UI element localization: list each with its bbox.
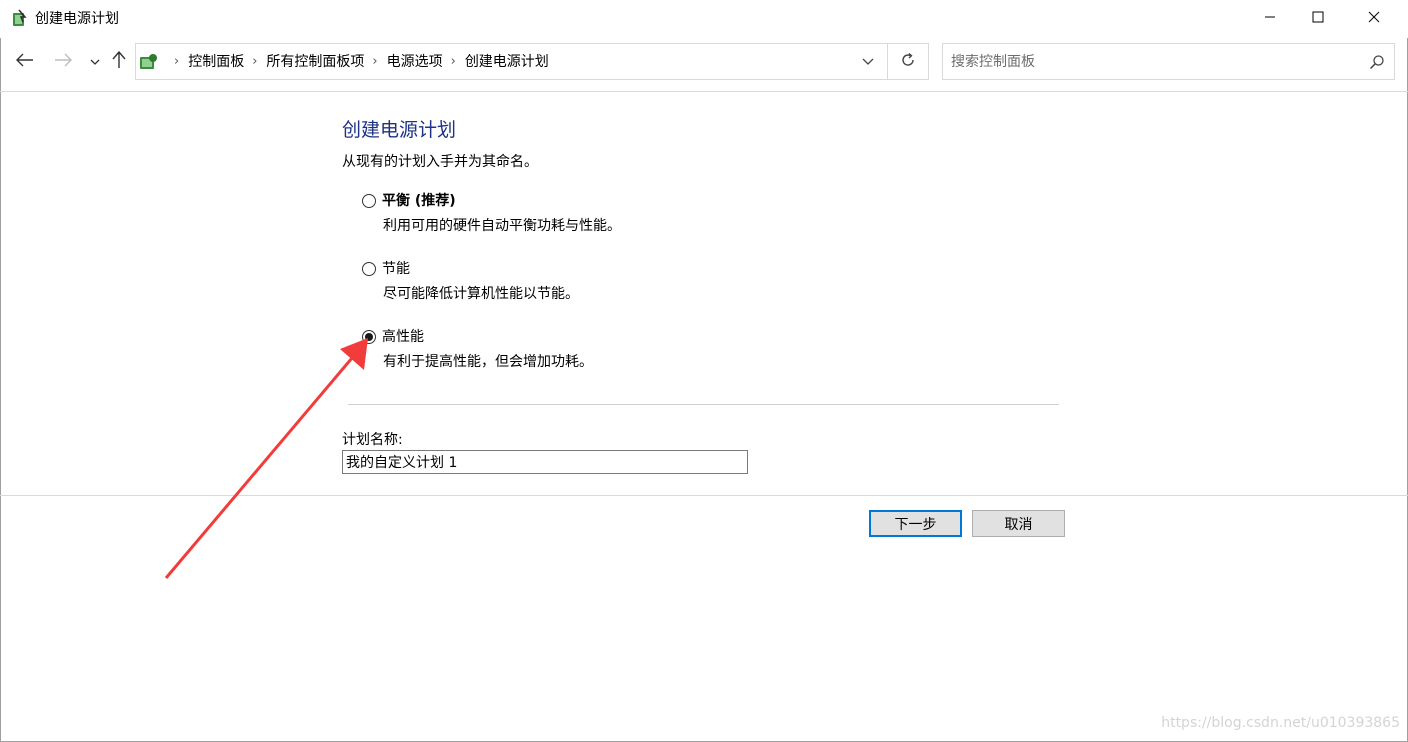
radio-high-performance[interactable] (362, 330, 376, 344)
footer-divider (0, 495, 1408, 496)
chevron-right-icon[interactable]: › (372, 53, 377, 71)
close-icon (1368, 11, 1380, 27)
control-panel-icon (138, 51, 160, 73)
option-label[interactable]: 高性能 (382, 328, 424, 346)
search-input[interactable] (951, 52, 1351, 72)
breadcrumb-item[interactable]: 创建电源计划 (465, 53, 549, 71)
breadcrumb-item[interactable]: 电源选项 (387, 53, 443, 71)
next-button[interactable]: 下一步 (869, 510, 962, 537)
power-options-app-icon (10, 9, 30, 29)
section-divider (348, 404, 1059, 405)
chevron-right-icon[interactable]: › (451, 53, 456, 71)
minimize-icon (1264, 11, 1276, 27)
page-title: 创建电源计划 (342, 119, 457, 141)
option-description: 尽可能降低计算机性能以节能。 (383, 286, 579, 302)
chevron-down-icon (90, 54, 100, 70)
recent-locations-button[interactable] (84, 50, 106, 74)
forward-button[interactable] (52, 50, 74, 74)
minimize-button[interactable] (1246, 0, 1294, 38)
maximize-icon (1312, 11, 1324, 27)
refresh-icon (900, 52, 916, 72)
option-label[interactable]: 平衡 (推荐) (382, 192, 456, 210)
plan-name-input[interactable] (342, 450, 748, 474)
arrow-left-icon (16, 53, 34, 71)
maximize-button[interactable] (1294, 0, 1342, 38)
annotation-arrow (164, 338, 368, 579)
up-button[interactable] (108, 50, 130, 74)
radio-balanced[interactable] (362, 194, 376, 208)
option-description: 利用可用的硬件自动平衡功耗与性能。 (383, 218, 621, 234)
window-border (0, 0, 1408, 742)
arrow-right-icon (54, 53, 72, 71)
search-icon[interactable] (1369, 54, 1385, 70)
chevron-right-icon[interactable]: › (252, 53, 257, 71)
back-button[interactable] (14, 50, 36, 74)
plan-name-label: 计划名称: (342, 432, 403, 448)
instruction-text: 从现有的计划入手并为其命名。 (342, 154, 538, 170)
refresh-button[interactable] (888, 43, 929, 80)
chevron-right-icon: › (174, 54, 180, 69)
search-box[interactable] (942, 43, 1395, 80)
option-description: 有利于提高性能，但会增加功耗。 (383, 354, 593, 370)
address-dropdown-button[interactable] (858, 52, 878, 72)
chevron-down-icon (862, 54, 874, 70)
arrow-up-icon (112, 50, 126, 73)
watermark: https://blog.csdn.net/u010393865 (1161, 715, 1400, 731)
option-label[interactable]: 节能 (382, 260, 410, 278)
title-bar[interactable]: 创建电源计划 (0, 0, 1408, 38)
breadcrumb: › 控制面板 › 所有控制面板项 › 电源选项 › 创建电源计划 (166, 53, 549, 71)
cancel-button[interactable]: 取消 (972, 510, 1065, 537)
breadcrumb-item[interactable]: 控制面板 (188, 53, 244, 71)
radio-power-saver[interactable] (362, 262, 376, 276)
window-title: 创建电源计划 (35, 11, 119, 27)
breadcrumb-item[interactable]: 所有控制面板项 (266, 53, 364, 71)
toolbar-divider (0, 91, 1408, 92)
close-button[interactable] (1350, 0, 1398, 38)
address-bar[interactable]: › 控制面板 › 所有控制面板项 › 电源选项 › 创建电源计划 (135, 43, 888, 80)
